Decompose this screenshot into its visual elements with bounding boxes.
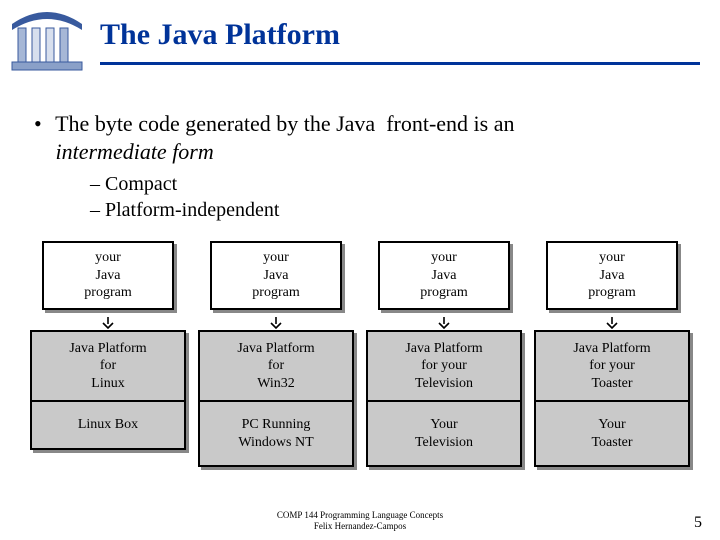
bullet-text-b: front-end is an [386,111,514,136]
title-underline [100,62,700,65]
down-arrow-icon [534,316,690,330]
platform-column: your Java program Java Platform for your… [534,241,690,467]
program-line: Java [216,267,335,285]
well-logo-icon [6,6,88,74]
host-box: PC Running Windows NT [198,401,354,467]
platform-box: Java Platform for Win32 [198,330,354,402]
platform-box: Java Platform for Linux [30,330,186,402]
bullet-main: • The byte code generated by the Java fr… [34,110,686,165]
platform-box: Java Platform for your Television [366,330,522,402]
host-line: Your [372,416,516,434]
down-arrow-icon [198,316,354,330]
program-line: Java [48,267,167,285]
platform-line: for your [540,357,684,375]
program-box: your Java program [546,241,677,310]
host-line: Television [372,434,516,452]
platform-line: Linux [36,375,180,393]
host-line: Toaster [540,434,684,452]
host-line: Windows NT [204,434,348,452]
platform-box: Java Platform for your Toaster [534,330,690,402]
program-line: your [48,249,167,267]
platform-line: Java Platform [372,340,516,358]
footer-line: COMP 144 Programming Language Concepts [0,510,720,521]
down-arrow-icon [366,316,522,330]
slide-title: The Java Platform [100,18,340,52]
program-line: your [384,249,503,267]
program-line: your [216,249,335,267]
platform-line: Win32 [204,375,348,393]
platform-line: for your [372,357,516,375]
program-line: your [552,249,671,267]
host-box: Your Television [366,401,522,467]
platform-line: Java Platform [204,340,348,358]
platform-line: for [36,357,180,375]
program-line: program [216,284,335,302]
slide-body: • The byte code generated by the Java fr… [0,80,720,223]
bullet-text-a: The byte code generated by the Java [55,111,375,136]
program-box: your Java program [42,241,173,310]
platform-line: Toaster [540,375,684,393]
page-number: 5 [694,514,702,532]
slide: The Java Platform • The byte code genera… [0,0,720,540]
host-line: PC Running [204,416,348,434]
host-box: Your Toaster [534,401,690,467]
program-box: your Java program [378,241,509,310]
bullet-text-ital: intermediate form [56,139,214,164]
program-line: program [552,284,671,302]
sub-bullet-text: Platform-independent [105,199,279,221]
slide-footer: COMP 144 Programming Language Concepts F… [0,510,720,532]
platform-line: Television [372,375,516,393]
platform-column: your Java program Java Platform for your… [366,241,522,467]
platform-line: Java Platform [36,340,180,358]
program-line: Java [552,267,671,285]
sub-bullet-text: Compact [105,173,177,195]
platform-line: Java Platform [540,340,684,358]
program-line: program [384,284,503,302]
host-box: Linux Box [30,401,186,450]
bullet-dot-icon: • [34,110,50,138]
sub-bullet: – Compact [90,171,686,197]
sub-bullet-list: – Compact – Platform-independent [90,171,686,223]
host-line: Linux Box [36,416,180,434]
down-arrow-icon [30,316,186,330]
slide-header: The Java Platform [0,0,720,80]
program-line: Java [384,267,503,285]
footer-line: Felix Hernandez-Campos [0,521,720,532]
program-box: your Java program [210,241,341,310]
platform-column: your Java program Java Platform for Win3… [198,241,354,467]
platform-line: for [204,357,348,375]
platform-column: your Java program Java Platform for Linu… [30,241,186,467]
program-line: program [48,284,167,302]
sub-bullet: – Platform-independent [90,197,686,223]
platform-diagram: your Java program Java Platform for Linu… [0,241,720,467]
host-line: Your [540,416,684,434]
